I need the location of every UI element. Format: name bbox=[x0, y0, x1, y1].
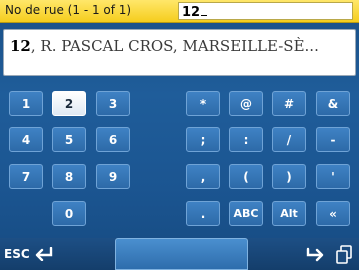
key-hash[interactable]: # bbox=[272, 91, 306, 116]
backspace-button[interactable]: « bbox=[316, 201, 350, 226]
key-4[interactable]: 4 bbox=[9, 127, 43, 152]
key-comma[interactable]: , bbox=[186, 164, 220, 189]
result-number: 12 bbox=[10, 37, 31, 55]
text-caret bbox=[201, 3, 208, 16]
key-ampersand[interactable]: & bbox=[316, 91, 350, 116]
key-6[interactable]: 6 bbox=[96, 127, 130, 152]
key-at[interactable]: @ bbox=[229, 91, 263, 116]
alt-mode-button[interactable]: Alt bbox=[272, 201, 306, 226]
space-button[interactable] bbox=[115, 238, 248, 270]
key-8[interactable]: 8 bbox=[52, 164, 86, 189]
key-1[interactable]: 1 bbox=[9, 91, 43, 116]
field-label: No de rue (1 - 1 of 1) bbox=[5, 3, 132, 17]
back-arrow-icon bbox=[35, 247, 52, 261]
key-5[interactable]: 5 bbox=[52, 127, 86, 152]
key-period[interactable]: . bbox=[186, 201, 220, 226]
header-bar: No de rue (1 - 1 of 1) 12 bbox=[0, 0, 359, 23]
result-list-item[interactable]: 12, R. PASCAL CROS, MARSEILLE-SÈ... bbox=[3, 29, 356, 76]
key-dash[interactable]: - bbox=[316, 127, 350, 152]
input-value: 12 bbox=[182, 5, 201, 20]
key-2[interactable]: 2 bbox=[52, 91, 86, 116]
key-0[interactable]: 0 bbox=[52, 201, 86, 226]
enter-arrow-icon[interactable] bbox=[305, 247, 327, 263]
key-open-paren[interactable]: ( bbox=[229, 164, 263, 189]
esc-label: ESC bbox=[4, 247, 30, 261]
abc-mode-button[interactable]: ABC bbox=[229, 201, 263, 226]
key-7[interactable]: 7 bbox=[9, 164, 43, 189]
key-semicolon[interactable]: ; bbox=[186, 127, 220, 152]
key-close-paren[interactable]: ) bbox=[272, 164, 306, 189]
esc-button[interactable]: ESC bbox=[4, 244, 54, 264]
key-9[interactable]: 9 bbox=[96, 164, 130, 189]
result-street: , R. PASCAL CROS, MARSEILLE-SÈ... bbox=[30, 37, 319, 55]
key-colon[interactable]: : bbox=[229, 127, 263, 152]
result-address: 12, R. PASCAL CROS, MARSEILLE-SÈ... bbox=[10, 37, 319, 55]
key-3[interactable]: 3 bbox=[96, 91, 130, 116]
key-slash[interactable]: / bbox=[272, 127, 306, 152]
key-apostrophe[interactable]: ' bbox=[316, 164, 350, 189]
street-number-input[interactable]: 12 bbox=[178, 2, 353, 20]
key-asterisk[interactable]: * bbox=[186, 91, 220, 116]
copy-icon[interactable] bbox=[335, 245, 353, 265]
